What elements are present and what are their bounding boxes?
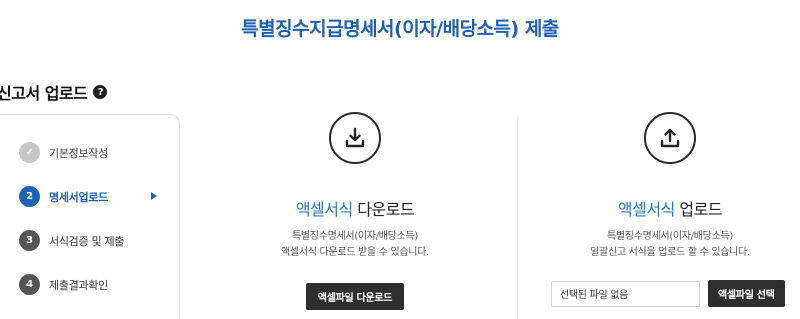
download-card: 액셀서식 다운로드 특별징수명세서(이자/배당소득) 액셀서식 다운로드 받을 …	[225, 112, 485, 310]
page-title: 특별징수지급명세서(이자/배당소득) 제출	[241, 18, 559, 40]
step-label: 명세서업로드	[49, 190, 108, 204]
step-number: 2	[19, 186, 40, 207]
download-description: 특별징수명세서(이자/배당소득) 액셀서식 다운로드 받을 수 있습니다.	[281, 231, 429, 258]
step-upload[interactable]: 2 명세서업로드	[19, 186, 108, 207]
step-label: 서식검증 및 제출	[49, 234, 125, 248]
upload-card: 액셀서식 업로드 특별징수명세서(이자/배당소득) 일괄신고 서식을 업로드 할…	[540, 112, 800, 261]
upload-heading: 액셀서식 업로드	[617, 200, 723, 219]
upload-description: 특별징수명세서(이자/배당소득) 일괄신고 서식을 업로드 할 수 있습니다.	[590, 231, 750, 258]
step-number: 4	[19, 274, 40, 295]
steps-panel: ✓ 기본정보작성 2 명세서업로드 3 서식검증 및 제출 4 제출결과확인	[0, 114, 180, 319]
download-heading: 액셀서식 다운로드	[295, 200, 415, 219]
upload-row: 선택된 파일 없음 액셀파일 선택	[551, 280, 785, 307]
step-label: 제출결과확인	[49, 278, 108, 292]
step-result[interactable]: 4 제출결과확인	[19, 274, 108, 295]
check-icon: ✓	[19, 142, 40, 163]
excel-select-button[interactable]: 액셀파일 선택	[708, 280, 785, 307]
step-label: 기본정보작성	[49, 146, 108, 160]
section-title: 신고서 업로드 ?	[0, 80, 108, 104]
section-title-text: 신고서 업로드	[0, 84, 88, 103]
download-icon	[329, 112, 381, 164]
step-validate-submit[interactable]: 3 서식검증 및 제출	[19, 230, 124, 251]
excel-download-button[interactable]: 액셀파일 다운로드	[305, 283, 405, 310]
active-step-arrow-icon	[151, 192, 157, 200]
step-basic-info[interactable]: ✓ 기본정보작성	[19, 142, 108, 163]
file-input[interactable]: 선택된 파일 없음	[551, 280, 700, 307]
help-icon[interactable]: ?	[93, 85, 108, 99]
step-number: 3	[19, 230, 40, 251]
divider	[517, 116, 518, 319]
upload-icon	[644, 112, 696, 164]
